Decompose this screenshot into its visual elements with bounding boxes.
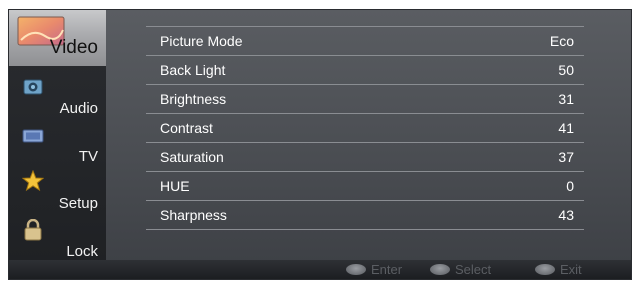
setting-value: Eco [549, 33, 574, 49]
sidebar-item-setup[interactable]: Setup [9, 169, 106, 218]
footer-hint-bar: Enter Select Exit [9, 260, 631, 279]
sidebar-item-label: Setup [58, 195, 98, 212]
setting-name: HUE [160, 178, 190, 194]
tv-icon [22, 129, 44, 148]
setting-row-saturation[interactable]: Saturation 37 [146, 143, 584, 172]
setting-value: 43 [558, 207, 574, 223]
sidebar-item-tv[interactable]: TV [9, 126, 106, 174]
sidebar-item-audio[interactable]: Audio [9, 77, 106, 125]
setting-name: Contrast [160, 120, 213, 136]
setting-row-sharpness[interactable]: Sharpness 43 [146, 201, 584, 230]
settings-panel: Picture Mode Eco Back Light 50 Brightnes… [106, 10, 631, 262]
setting-value: 37 [558, 149, 574, 165]
setting-name: Back Light [160, 62, 226, 78]
setting-value: 50 [558, 62, 574, 78]
setup-star-icon [21, 169, 45, 197]
setting-row-picture-mode[interactable]: Picture Mode Eco [146, 26, 584, 56]
audio-icon [23, 79, 43, 100]
sidebar-item-label: Lock [66, 243, 98, 260]
setting-name: Picture Mode [160, 33, 243, 49]
setting-row-brightness[interactable]: Brightness 31 [146, 85, 584, 114]
setting-value: 0 [566, 178, 574, 194]
tv-menu-window: Video Audio TV Setup Lock Picture Mode E… [8, 9, 632, 280]
setting-name: Sharpness [160, 207, 227, 223]
sidebar-item-lock[interactable]: Lock [9, 217, 106, 265]
exit-hint: Exit [535, 262, 582, 277]
sidebar-item-video[interactable]: Video [9, 10, 106, 66]
enter-hint: Enter [346, 262, 402, 277]
select-hint-label: Select [455, 262, 492, 277]
lock-icon [23, 218, 43, 246]
ok-key-icon [346, 264, 366, 275]
settings-list: Picture Mode Eco Back Light 50 Brightnes… [146, 26, 584, 230]
setting-name: Saturation [160, 149, 224, 165]
sidebar: Video Audio TV Setup Lock [9, 10, 106, 262]
setting-row-hue[interactable]: HUE 0 [146, 172, 584, 201]
sidebar-item-label: TV [78, 148, 98, 165]
setting-name: Brightness [160, 91, 227, 107]
sidebar-item-label: Audio [59, 100, 98, 117]
select-hint: Select [430, 262, 491, 277]
enter-hint-label: Enter [371, 262, 403, 277]
setting-row-back-light[interactable]: Back Light 50 [146, 56, 584, 85]
exit-hint-label: Exit [560, 262, 582, 277]
arrow-key-icon [430, 264, 450, 275]
setting-value: 31 [558, 91, 574, 107]
sidebar-item-label: Video [49, 37, 98, 58]
exit-key-icon [535, 264, 555, 275]
setting-row-contrast[interactable]: Contrast 41 [146, 114, 584, 143]
setting-value: 41 [558, 120, 574, 136]
